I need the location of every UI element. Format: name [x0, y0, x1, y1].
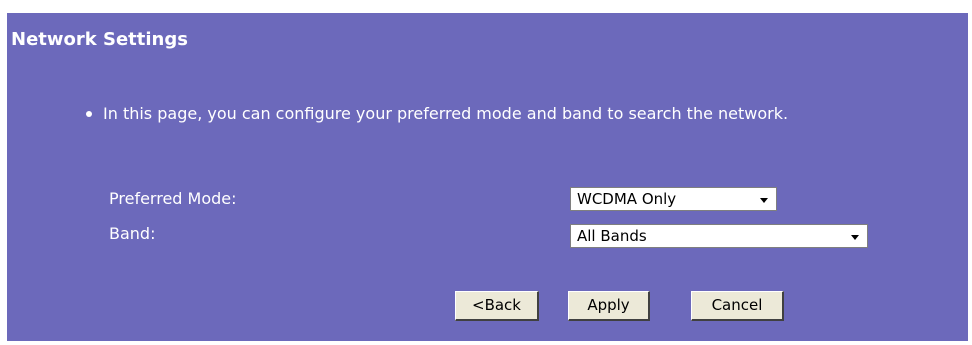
- info-text: In this page, you can configure your pre…: [103, 104, 789, 123]
- page-title: Network Settings: [11, 29, 188, 50]
- apply-button[interactable]: Apply: [568, 291, 650, 321]
- band-label: Band:: [109, 224, 156, 243]
- band-select[interactable]: All Bands: [570, 224, 868, 248]
- info-line: In this page, you can configure your pre…: [86, 104, 788, 124]
- chevron-down-icon: [851, 235, 859, 240]
- preferred-mode-label: Preferred Mode:: [109, 189, 237, 208]
- band-value: All Bands: [577, 227, 647, 245]
- chevron-down-icon: [760, 198, 768, 203]
- back-button[interactable]: <Back: [455, 291, 539, 321]
- network-settings-panel: Network Settings In this page, you can c…: [7, 13, 968, 341]
- bullet-icon: [86, 111, 92, 117]
- cancel-button[interactable]: Cancel: [691, 291, 784, 321]
- preferred-mode-select[interactable]: WCDMA Only: [570, 187, 777, 211]
- preferred-mode-value: WCDMA Only: [577, 190, 677, 208]
